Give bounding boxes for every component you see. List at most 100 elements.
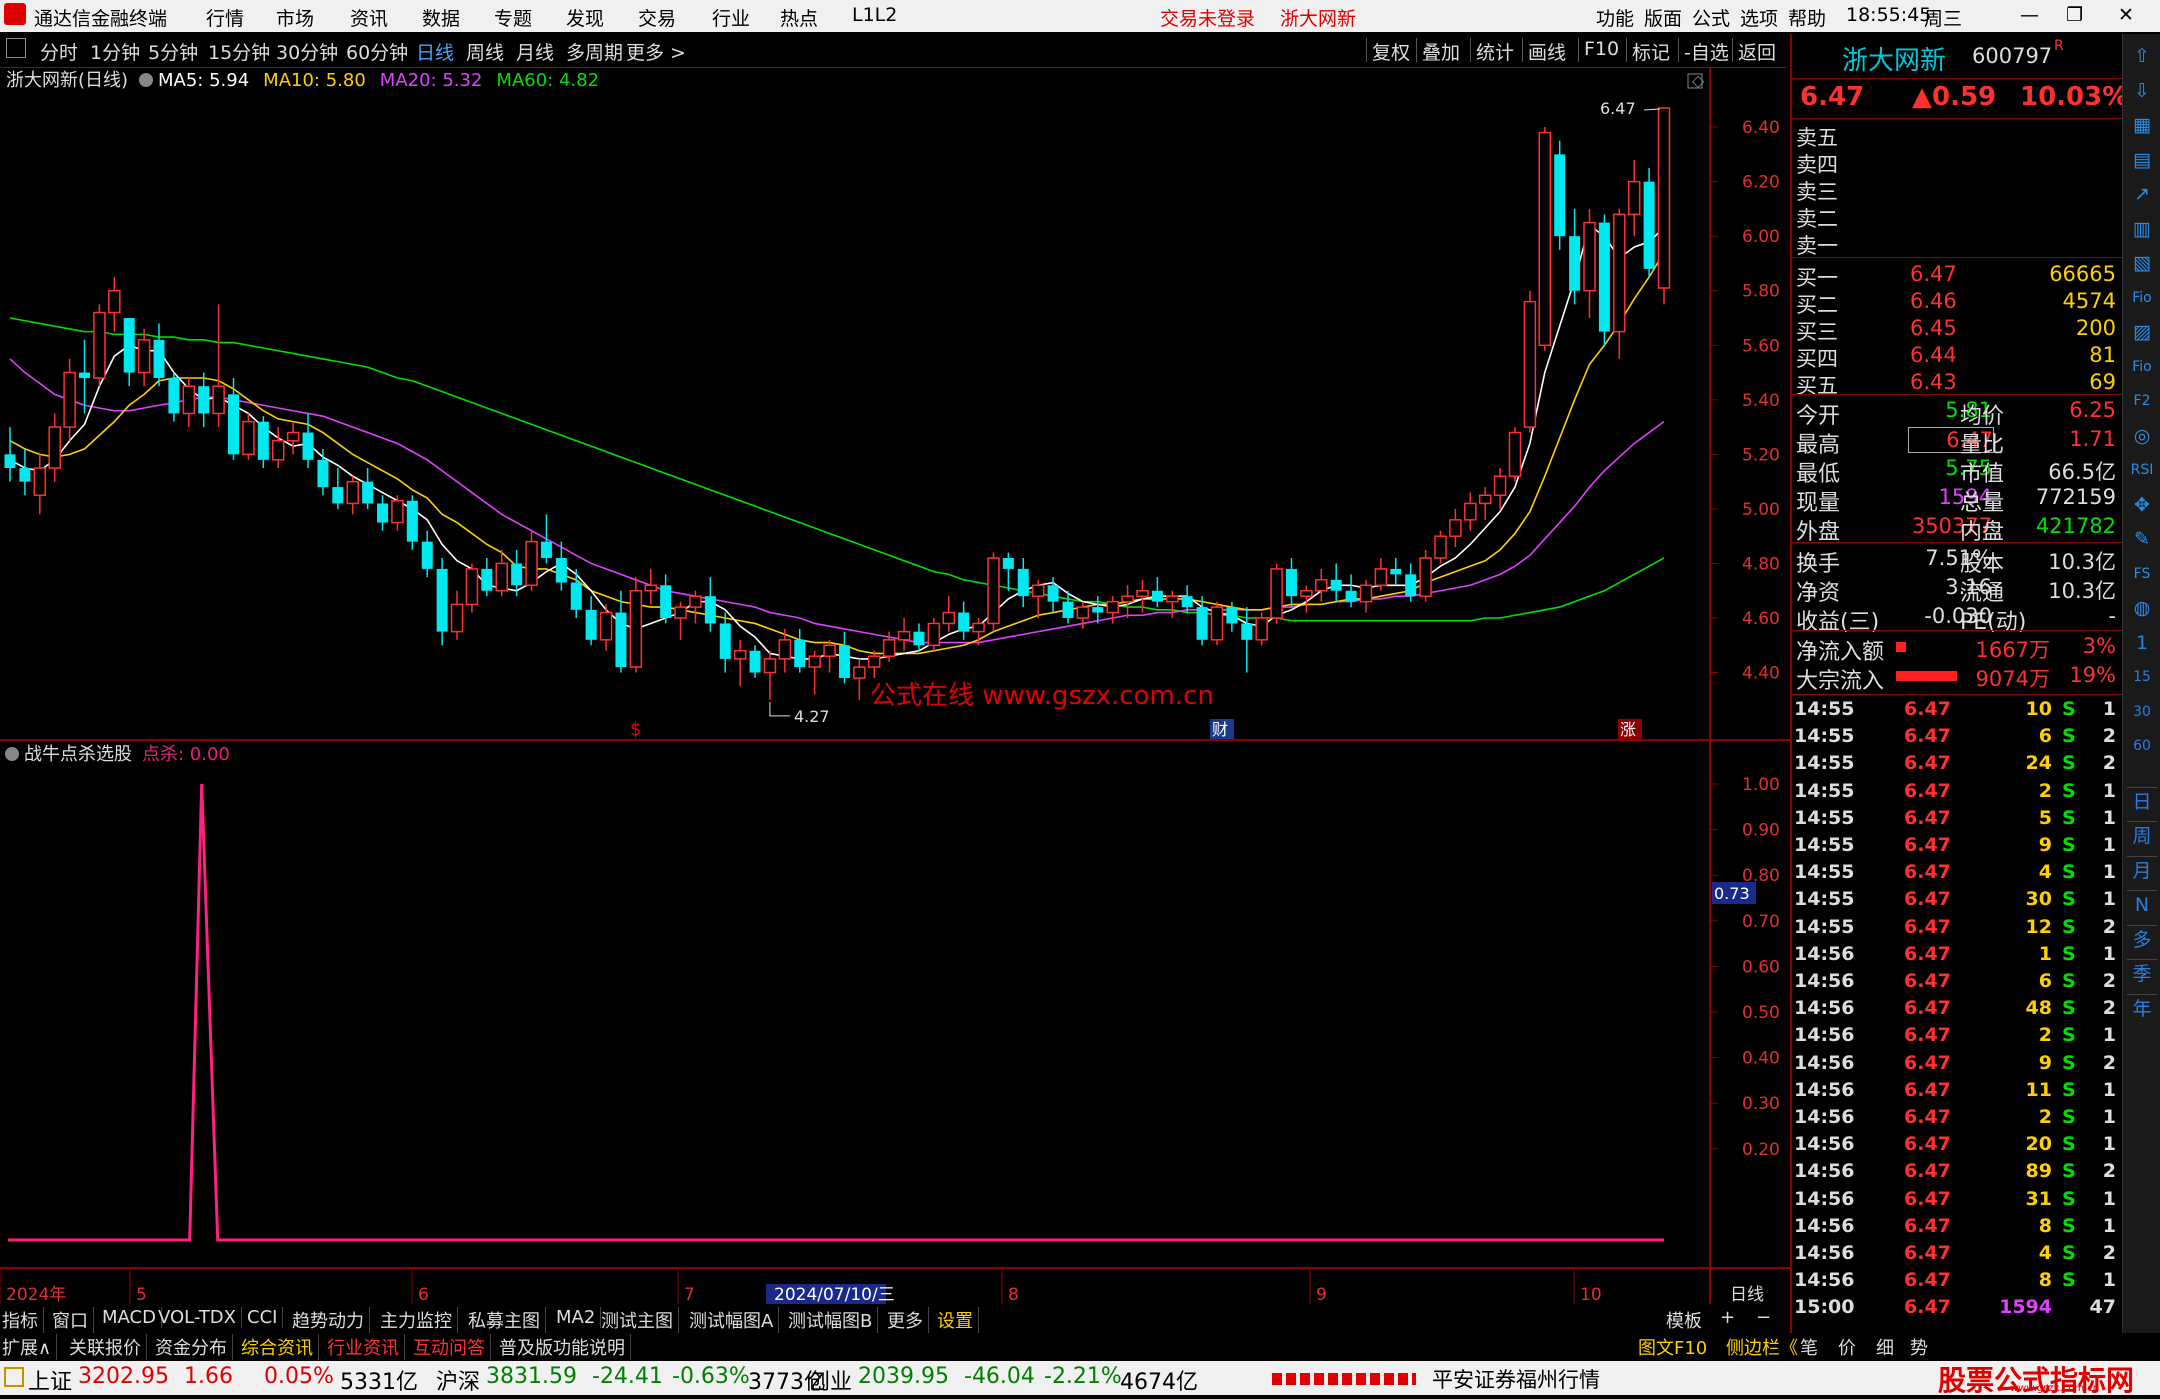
restore-icon[interactable]: ❐: [2066, 4, 2083, 26]
info-tab-6[interactable]: 普及版功能说明: [499, 1334, 631, 1360]
chart-action-4[interactable]: F10: [1584, 38, 1619, 60]
chart-action-1[interactable]: 叠加: [1422, 38, 1460, 65]
target-icon[interactable]: ◎: [2127, 422, 2157, 450]
chart-grid-icon[interactable]: ▦: [2127, 111, 2157, 139]
period-60-icon[interactable]: 60: [2127, 732, 2157, 760]
menu-item-9[interactable]: L1L2: [852, 4, 897, 26]
circle-icon[interactable]: ◍: [2127, 594, 2157, 622]
right-menu-item-4[interactable]: 帮助: [1788, 4, 1826, 31]
list-icon[interactable]: ▤: [2127, 146, 2157, 174]
side-tab-3[interactable]: 价: [1838, 1334, 1856, 1360]
table-icon[interactable]: ▥: [2127, 215, 2157, 243]
info-tab-3[interactable]: 综合资讯: [241, 1334, 319, 1360]
rsi-icon[interactable]: RSI: [2127, 456, 2157, 484]
template-tab-2[interactable]: −: [1756, 1307, 1771, 1328]
period-15-icon[interactable]: 15: [2127, 663, 2157, 691]
right-menu-item-0[interactable]: 功能: [1596, 4, 1634, 31]
indicator-tab-11[interactable]: 测试幅图B: [788, 1307, 879, 1333]
indicator-tab-9[interactable]: 测试主图: [601, 1307, 679, 1333]
side-tab-0[interactable]: 图文F10: [1638, 1334, 1707, 1360]
period-tab-6[interactable]: 日线: [416, 38, 454, 65]
minimize-icon[interactable]: —: [2020, 4, 2039, 26]
chart-action-5[interactable]: 标记: [1632, 38, 1670, 65]
close-icon[interactable]: ✕: [2118, 4, 2134, 26]
menu-item-1[interactable]: 市场: [276, 4, 314, 31]
index-name-0[interactable]: 上证: [28, 1364, 72, 1396]
marker-dividend[interactable]: $: [630, 719, 641, 740]
chart-action-7[interactable]: 返回: [1738, 38, 1776, 65]
menu-item-7[interactable]: 行业: [712, 4, 750, 31]
period-tab-5[interactable]: 60分钟: [346, 38, 408, 65]
indicator-tab-10[interactable]: 测试幅图A: [689, 1307, 780, 1333]
indicator-tab-12[interactable]: 更多: [887, 1307, 929, 1333]
indicator-tab-6[interactable]: 主力监控: [380, 1307, 458, 1333]
year-icon[interactable]: 年: [2127, 993, 2157, 1023]
fio2-icon[interactable]: Fio: [2127, 353, 2157, 381]
chart-action-6[interactable]: -自选: [1684, 38, 1729, 65]
fs-icon[interactable]: FS: [2127, 560, 2157, 588]
chart-action-3[interactable]: 画线: [1528, 38, 1566, 65]
n-icon[interactable]: N: [2127, 890, 2157, 919]
side-tab-1[interactable]: 侧边栏《: [1726, 1334, 1798, 1360]
template-tab-0[interactable]: 模板: [1666, 1307, 1702, 1333]
template-tab-1[interactable]: +: [1720, 1307, 1735, 1328]
indicator-tab-7[interactable]: 私募主图: [468, 1307, 546, 1333]
period-tab-4[interactable]: 30分钟: [276, 38, 338, 65]
info-tab-4[interactable]: 行业资讯: [327, 1334, 405, 1360]
menu-item-5[interactable]: 发现: [566, 4, 604, 31]
fio-icon[interactable]: Fio: [2127, 284, 2157, 312]
info-tab-2[interactable]: 资金分布: [155, 1334, 233, 1360]
marker-limit-up[interactable]: 涨: [1620, 720, 1636, 739]
period-tab-9[interactable]: 多周期: [566, 38, 623, 65]
index-name-2[interactable]: 创业: [808, 1364, 852, 1396]
multi-icon[interactable]: 多: [2127, 924, 2157, 954]
period-1-icon[interactable]: 1: [2127, 629, 2157, 657]
kline-chart[interactable]: 6.40 6.20 6.00 5.80 5.60 5.40 5.20 5.00 4.80 4.60…: [0, 68, 1790, 1305]
indicator-tab-2[interactable]: MACD: [102, 1307, 162, 1328]
info-tab-1[interactable]: 关联报价: [69, 1334, 147, 1360]
side-tab-5[interactable]: 势: [1910, 1334, 1928, 1360]
month-icon[interactable]: 月: [2127, 855, 2157, 885]
menu-item-3[interactable]: 数据: [422, 4, 460, 31]
period-tab-0[interactable]: 分时: [40, 38, 78, 65]
status-menu-icon[interactable]: [4, 1367, 24, 1387]
period-tab-8[interactable]: 月线: [516, 38, 554, 65]
indicator-tab-4[interactable]: CCI: [247, 1307, 284, 1328]
period-tab-3[interactable]: 15分钟: [208, 38, 270, 65]
right-menu-item-1[interactable]: 版面: [1644, 4, 1682, 31]
down-arrow-icon[interactable]: ⇩: [2127, 77, 2157, 105]
index-name-1[interactable]: 沪深: [436, 1364, 480, 1396]
chart-options-icon[interactable]: [139, 73, 153, 87]
info-tab-0[interactable]: 扩展∧: [2, 1334, 58, 1360]
layout-toggle-icon[interactable]: [6, 38, 26, 58]
right-menu-item-2[interactable]: 公式: [1692, 4, 1730, 31]
chart-action-0[interactable]: 复权: [1372, 38, 1410, 65]
indicator-tab-13[interactable]: 设置: [937, 1307, 979, 1333]
period-tab-2[interactable]: 5分钟: [148, 38, 198, 65]
move-icon[interactable]: ✥: [2127, 491, 2157, 519]
menu-item-4[interactable]: 专题: [494, 4, 532, 31]
right-menu-item-3[interactable]: 选项: [1740, 4, 1778, 31]
indicator-tab-5[interactable]: 趋势动力: [292, 1307, 370, 1333]
chart-area[interactable]: 6.40 6.20 6.00 5.80 5.60 5.40 5.20 5.00 4.80 4.60…: [0, 68, 1790, 1305]
period-tab-1[interactable]: 1分钟: [90, 38, 140, 65]
up-arrow-icon[interactable]: ⇧: [2127, 42, 2157, 70]
period-tab-10[interactable]: 更多 >: [626, 38, 686, 65]
indicator-tab-3[interactable]: VOL-TDX: [158, 1307, 242, 1328]
side-tab-4[interactable]: 细: [1876, 1334, 1894, 1360]
quarter-icon[interactable]: 季: [2127, 959, 2157, 988]
menu-item-2[interactable]: 资讯: [350, 4, 388, 31]
period-tab-7[interactable]: 周线: [466, 38, 504, 65]
trend-icon[interactable]: ↗: [2127, 180, 2157, 208]
marker-finance[interactable]: 财: [1212, 720, 1228, 739]
grid-icon[interactable]: ▨: [2127, 318, 2157, 346]
indicator-options-icon[interactable]: [5, 747, 19, 761]
indicator-tab-0[interactable]: 指标: [2, 1307, 44, 1333]
info-tab-5[interactable]: 互动问答: [413, 1334, 491, 1360]
period-30-icon[interactable]: 30: [2127, 698, 2157, 726]
day-icon[interactable]: 日: [2127, 786, 2157, 816]
f2-icon[interactable]: F2: [2127, 387, 2157, 415]
side-tab-2[interactable]: 笔: [1800, 1334, 1818, 1360]
indicator-tab-8[interactable]: MA2: [556, 1307, 602, 1328]
menu-item-6[interactable]: 交易: [638, 4, 676, 31]
